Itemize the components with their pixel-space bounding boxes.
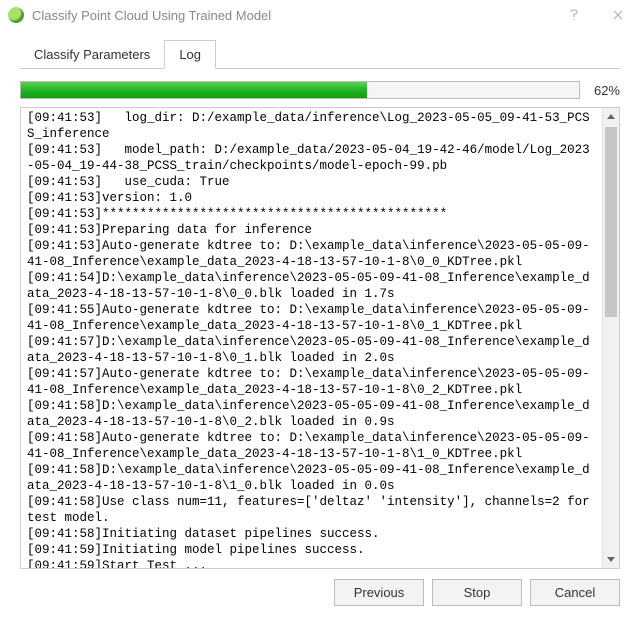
progress-row: 62% — [20, 81, 620, 99]
progress-percent: 62% — [588, 83, 620, 98]
window-title: Classify Point Cloud Using Trained Model — [32, 8, 271, 23]
dialog-footer: Previous Stop Cancel — [0, 569, 640, 606]
scroll-down-button[interactable] — [603, 551, 619, 568]
scrollbar[interactable] — [602, 108, 619, 568]
app-icon — [8, 7, 24, 23]
stop-button[interactable]: Stop — [432, 579, 522, 606]
help-button[interactable] — [552, 0, 596, 30]
tab-bar: Classify Parameters Log — [20, 40, 620, 69]
log-panel: [09:41:53] log_dir: D:/example_data/infe… — [20, 107, 620, 569]
scroll-up-button[interactable] — [603, 108, 619, 125]
title-bar: Classify Point Cloud Using Trained Model — [0, 0, 640, 30]
log-text: [09:41:53] log_dir: D:/example_data/infe… — [21, 108, 602, 568]
progress-bar — [20, 81, 580, 99]
cancel-button[interactable]: Cancel — [530, 579, 620, 606]
progress-fill — [21, 82, 367, 98]
dialog-window: Classify Point Cloud Using Trained Model… — [0, 0, 640, 629]
previous-button[interactable]: Previous — [334, 579, 424, 606]
close-button[interactable] — [596, 0, 640, 30]
tab-log[interactable]: Log — [164, 40, 216, 69]
scroll-track[interactable] — [603, 125, 619, 551]
scroll-thumb[interactable] — [605, 127, 617, 317]
tab-classify-parameters[interactable]: Classify Parameters — [20, 41, 164, 68]
